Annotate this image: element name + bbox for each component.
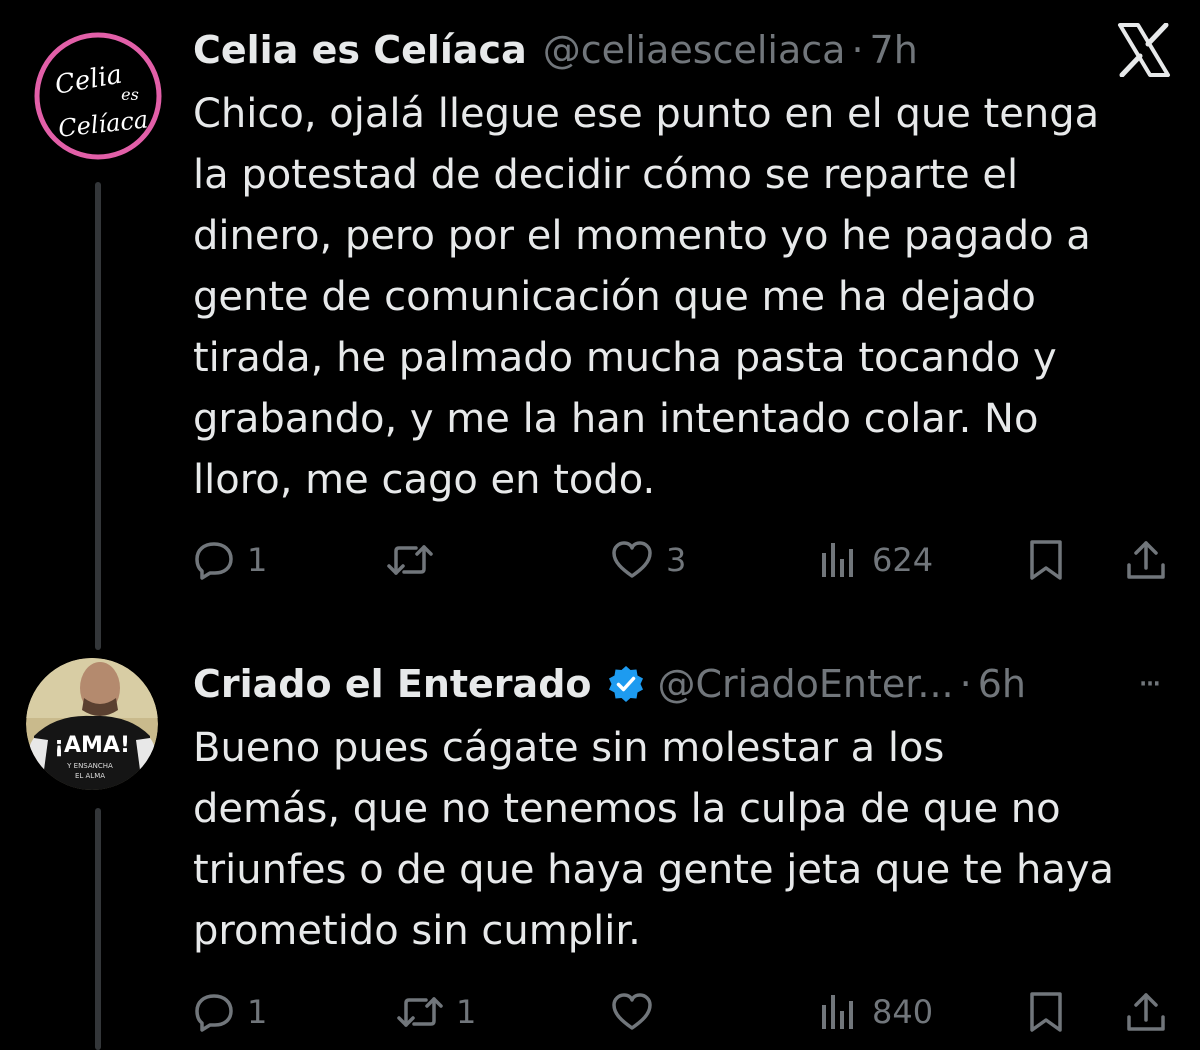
more-options-button[interactable]: ··· [1120, 664, 1176, 704]
reply-icon [195, 542, 233, 580]
share-icon [1127, 993, 1165, 1031]
author-name[interactable]: Celia es Celíaca [193, 20, 527, 80]
tweet-text: Bueno pues cágate sin molestar a los dem… [193, 718, 1183, 962]
bookmark-icon [1030, 540, 1062, 580]
bookmark-button[interactable] [1026, 982, 1066, 1042]
tweet-text-line: Bueno pues cágate sin molestar a los [193, 725, 945, 771]
retweet-count: 1 [456, 993, 477, 1031]
avatar-text: EL ALMA [75, 772, 105, 780]
like-icon [612, 993, 652, 1030]
like-icon [612, 541, 652, 578]
tweet-text-line: dinero, pero por el momento yo he pagado… [193, 213, 1091, 259]
avatar-text: es [121, 85, 139, 104]
bookmark-icon [1030, 992, 1062, 1032]
bookmark-button[interactable] [1026, 530, 1066, 590]
author-handle[interactable]: @CriadoEnter... [658, 654, 954, 714]
tweet-text-line: la potestad de decidir cómo se reparte e… [193, 152, 1019, 198]
tweet-text-line: grabando, y me la han intentado colar. N… [193, 396, 1039, 442]
like-button[interactable]: 3 [610, 530, 686, 590]
views-button[interactable]: 840 [818, 982, 933, 1042]
views-icon [822, 995, 853, 1029]
retweet-button[interactable]: 1 [396, 982, 476, 1042]
tweet[interactable]: Celia es Celíaca Celia es Celíaca @celia… [0, 0, 1200, 650]
tweet-text-line: Chico, ojalá llegue ese punto en el que … [193, 91, 1100, 137]
views-count: 624 [872, 541, 934, 579]
timestamp[interactable]: 7h [870, 20, 918, 80]
reply-icon [195, 994, 233, 1032]
views-icon [822, 543, 853, 577]
share-button[interactable] [1124, 982, 1168, 1042]
reply-count: 1 [247, 541, 268, 579]
author-handle[interactable]: @celiaesceliaca [543, 20, 846, 80]
tweet-text: Chico, ojalá llegue ese punto en el que … [193, 84, 1183, 511]
reply-button[interactable]: 1 [193, 530, 267, 590]
like-count: 3 [666, 541, 687, 579]
views-count: 840 [872, 993, 934, 1031]
avatar[interactable]: Celia es Celíaca [32, 30, 164, 162]
avatar-text: ¡AMA! [54, 733, 130, 758]
tweet-text-line: gente de comunicación que me ha dejado [193, 274, 1036, 320]
reply-count: 1 [247, 993, 268, 1031]
more-icon: ··· [1137, 664, 1163, 704]
tweet-actions: 1 3 624 [0, 530, 1200, 590]
separator-dot: · [851, 28, 864, 72]
views-button[interactable]: 624 [818, 530, 933, 590]
avatar[interactable]: ¡AMA! Y ENSANCHA EL ALMA [26, 658, 158, 790]
tweet-text-line: prometido sin cumplir. [193, 908, 641, 954]
author-name[interactable]: Criado el Enterado [193, 654, 592, 714]
tweet-text-line: demás, que no tenemos la culpa de que no [193, 786, 1061, 832]
tweet[interactable]: ¡AMA! Y ENSANCHA EL ALMA Criado el Enter… [0, 640, 1200, 1050]
tweet-actions: 1 1 840 [0, 982, 1200, 1042]
tweet-header: Celia es Celíaca @celiaesceliaca · 7h [193, 20, 918, 80]
timestamp[interactable]: 6h [978, 654, 1026, 714]
reply-button[interactable]: 1 [193, 982, 267, 1042]
retweet-icon [387, 545, 433, 575]
like-button[interactable] [610, 982, 666, 1042]
tweet-text-line: tirada, he palmado mucha pasta tocando y [193, 335, 1057, 381]
tweet-text-line: triunfes o de que haya gente jeta que te… [193, 847, 1115, 893]
x-logo: X [1112, 22, 1176, 78]
retweet-icon [397, 997, 443, 1027]
retweet-button[interactable] [386, 530, 446, 590]
tweet-header: Criado el Enterado @CriadoEnter... · 6h [193, 654, 1026, 714]
separator-dot: · [959, 662, 972, 706]
share-icon [1127, 541, 1165, 579]
avatar-text: Y ENSANCHA [66, 762, 113, 770]
verified-badge-icon [606, 664, 646, 704]
tweet-text-line: lloro, me cago en todo. [193, 457, 656, 503]
x-logo-icon [1118, 23, 1170, 77]
share-button[interactable] [1124, 530, 1168, 590]
